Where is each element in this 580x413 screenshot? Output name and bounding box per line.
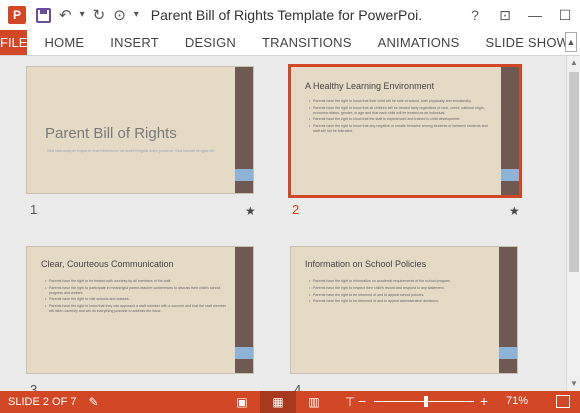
zoom-in-icon[interactable]: + <box>480 393 488 409</box>
slide-bullet: Parents have the right to know that they… <box>45 304 231 314</box>
slide-sorter-pane[interactable]: Parent Bill of Rights Sed ullamcorper tu… <box>0 56 566 391</box>
slide-count-status[interactable]: SLIDE 2 OF 7 <box>8 396 76 408</box>
slide-bullet-list: Parents have the right to be treated wit… <box>45 279 231 316</box>
slide-subtitle: Sed ullamcorper turpis in erat bibendum,… <box>47 148 216 153</box>
slide-bullet: Parents have the right to respect their … <box>309 286 495 291</box>
window-controls: ? ⊡ — ☐ <box>460 0 580 30</box>
animation-star-icon[interactable]: ★ <box>509 204 520 218</box>
tab-home[interactable]: HOME <box>27 30 97 55</box>
slide-title: Parent Bill of Rights <box>45 125 177 142</box>
save-icon[interactable] <box>36 7 51 23</box>
slide-thumbnail-3[interactable]: Clear, Courteous Communication Parents h… <box>26 246 254 374</box>
customize-qat-icon[interactable]: ▾ <box>134 10 139 20</box>
tab-insert[interactable]: INSERT <box>97 30 172 55</box>
zoom-out-icon[interactable]: − <box>358 393 366 409</box>
start-from-beginning-icon[interactable]: ⊙ <box>113 8 126 23</box>
tab-design[interactable]: DESIGN <box>172 30 249 55</box>
help-icon[interactable]: ? <box>460 0 490 30</box>
normal-view-icon[interactable]: ▣ <box>224 391 260 413</box>
ribbon-display-options-icon[interactable]: ⊡ <box>490 0 520 30</box>
slide-bullet-list: Parents have the right to information on… <box>309 279 495 306</box>
scroll-up-icon[interactable]: ▲ <box>569 58 579 68</box>
tab-file[interactable]: FILE <box>0 30 28 55</box>
minimize-icon[interactable]: — <box>520 0 550 30</box>
fit-slide-to-window-icon[interactable] <box>556 395 570 408</box>
slide-thumbnail-4[interactable]: Information on School Policies Parents h… <box>290 246 518 374</box>
slide-title: Information on School Policies <box>305 259 427 269</box>
tab-slide-show[interactable]: SLIDE SHOW <box>473 30 580 55</box>
animation-star-icon[interactable]: ★ <box>245 204 256 218</box>
slide-bullet: Parents have the right to participate in… <box>45 286 231 296</box>
maximize-icon[interactable]: ☐ <box>550 0 580 30</box>
slide-side-bar-accent <box>501 169 519 181</box>
status-bar: SLIDE 2 OF 7 ✎ ▣ ▦ ▥ ⊤ − + 71% <box>0 391 580 413</box>
scroll-thumb[interactable] <box>569 72 579 272</box>
scroll-down-icon[interactable]: ▼ <box>569 379 579 389</box>
slide-bullet: Parents have the right to be informed of… <box>309 299 495 304</box>
slide-bullet: Parents have the right to information on… <box>309 279 495 284</box>
reading-view-icon[interactable]: ▥ <box>296 391 332 413</box>
vertical-scrollbar[interactable]: ▲ ▼ <box>566 56 580 391</box>
undo-dropdown-icon[interactable]: ▾ <box>80 10 85 20</box>
undo-icon[interactable]: ↶ <box>59 8 72 23</box>
ribbon-tabs: FILE HOME INSERT DESIGN TRANSITIONS ANIM… <box>0 30 580 56</box>
zoom-level[interactable]: 71% <box>506 395 528 407</box>
tab-transitions[interactable]: TRANSITIONS <box>249 30 365 55</box>
collapse-ribbon-icon[interactable]: ▲ <box>565 32 577 52</box>
view-buttons: ▣ ▦ ▥ ⊤ <box>224 391 368 413</box>
slide-number: 3 <box>30 382 38 391</box>
slide-side-bar-accent <box>235 347 253 359</box>
slide-bullet: Parents have the right to know that all … <box>309 106 495 116</box>
slide-side-bar-accent <box>499 347 517 359</box>
slide-number: 1 <box>30 202 38 217</box>
slide-number: 4 <box>294 382 302 391</box>
slide-sorter-view-icon[interactable]: ▦ <box>260 391 296 413</box>
slide-title: Clear, Courteous Communication <box>41 259 174 269</box>
powerpoint-app-icon[interactable]: P <box>8 6 26 24</box>
quick-access-toolbar: ↶ ▾ ↻ ⊙ ▾ <box>36 7 139 23</box>
slide-bullet-list: Parents have the right to know that thei… <box>309 99 495 136</box>
zoom-slider-thumb[interactable] <box>424 396 428 407</box>
slide-bullet: Parents have the right to know that thei… <box>309 99 495 104</box>
slide-thumbnail-2[interactable]: A Healthy Learning Environment Parents h… <box>288 64 522 198</box>
window-title: Parent Bill of Rights Template for Power… <box>150 7 423 23</box>
slide-thumbnail-1[interactable]: Parent Bill of Rights Sed ullamcorper tu… <box>26 66 254 194</box>
notes-icon[interactable]: ✎ <box>88 395 98 409</box>
slide-title: A Healthy Learning Environment <box>305 81 435 91</box>
slide-bullet: Parents have the right to know that the … <box>309 117 495 122</box>
slide-number: 2 <box>292 202 300 217</box>
slide-bullet: Parents have the right to visit schools … <box>45 297 231 302</box>
slide-bullet: Parents have the right to be informed of… <box>309 293 495 298</box>
title-bar: P ↶ ▾ ↻ ⊙ ▾ Parent Bill of Rights Templa… <box>0 0 580 30</box>
tab-animations[interactable]: ANIMATIONS <box>365 30 473 55</box>
slide-bullet: Parents have the right to know that any … <box>309 124 495 134</box>
slide-side-bar-accent <box>235 169 253 181</box>
slide-bullet: Parents have the right to be treated wit… <box>45 279 231 284</box>
redo-icon[interactable]: ↻ <box>93 8 106 23</box>
